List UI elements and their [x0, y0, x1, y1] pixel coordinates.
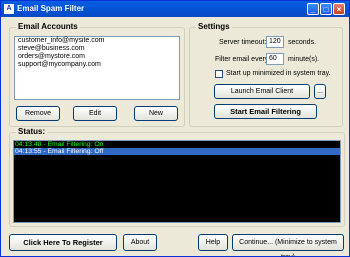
window-title: Email Spam Filter [17, 4, 85, 13]
status-log[interactable]: 04:13:48 - Email Filtering: On 04:13:55 … [13, 140, 341, 223]
about-button[interactable]: About [123, 234, 157, 251]
launch-email-client-button[interactable]: Launch Email Client [214, 84, 310, 99]
status-group: Status: 04:13:48 - Email Filtering: On 0… [9, 127, 345, 227]
filter-every-input[interactable]: 60 [266, 53, 284, 65]
settings-label: Settings [196, 22, 232, 32]
server-timeout-label: Server timeout: [219, 39, 267, 46]
status-label: Status: [16, 127, 48, 137]
register-button[interactable]: Click Here To Register [9, 234, 117, 251]
remove-button[interactable]: Remove [16, 106, 60, 121]
help-button[interactable]: Help [198, 234, 228, 251]
email-accounts-group: Email Accounts customer_info@mysite.com … [9, 22, 185, 127]
new-button[interactable]: New [134, 106, 178, 121]
filter-every-label: Filter email every: [215, 56, 271, 63]
maximize-icon: □ [323, 5, 329, 14]
server-timeout-unit: seconds. [288, 39, 317, 46]
maximize-button[interactable]: □ [320, 3, 332, 15]
list-item[interactable]: customer_info@mysite.com [15, 37, 179, 45]
close-icon: × [336, 5, 342, 14]
list-item[interactable]: orders@mystore.com [15, 53, 179, 61]
log-row: 04:13:55 - Email Filtering: Off [14, 148, 340, 155]
log-row: 04:13:48 - Email Filtering: On [15, 141, 104, 148]
edit-button[interactable]: Edit [73, 106, 117, 121]
minimize-button[interactable]: _ [307, 3, 319, 15]
title-bar[interactable]: A Email Spam Filter _ □ × [1, 1, 349, 17]
list-item[interactable]: steve@business.com [15, 45, 179, 53]
email-accounts-label: Email Accounts [16, 22, 80, 32]
filter-every-unit: minute(s). [288, 56, 320, 63]
startup-minimized-label: Start up minimized in system tray. [226, 70, 331, 77]
app-window: A Email Spam Filter _ □ × Email Accounts… [0, 0, 350, 257]
browse-client-button[interactable]: ... [314, 84, 326, 99]
minimize-icon: _ [310, 5, 316, 14]
app-icon: A [4, 4, 14, 14]
settings-group: Settings Server timeout: 120 seconds. Fi… [189, 22, 343, 127]
startup-minimized-checkbox[interactable] [215, 70, 223, 78]
close-button[interactable]: × [333, 3, 345, 15]
start-filtering-button[interactable]: Start Email Filtering [214, 104, 317, 119]
list-item[interactable]: support@mycompany.com [15, 61, 179, 69]
email-accounts-list[interactable]: customer_info@mysite.com steve@business.… [14, 36, 180, 100]
server-timeout-input[interactable]: 120 [266, 36, 284, 48]
continue-minimize-button[interactable]: Continue... (Minimize to system tray) [232, 234, 344, 256]
